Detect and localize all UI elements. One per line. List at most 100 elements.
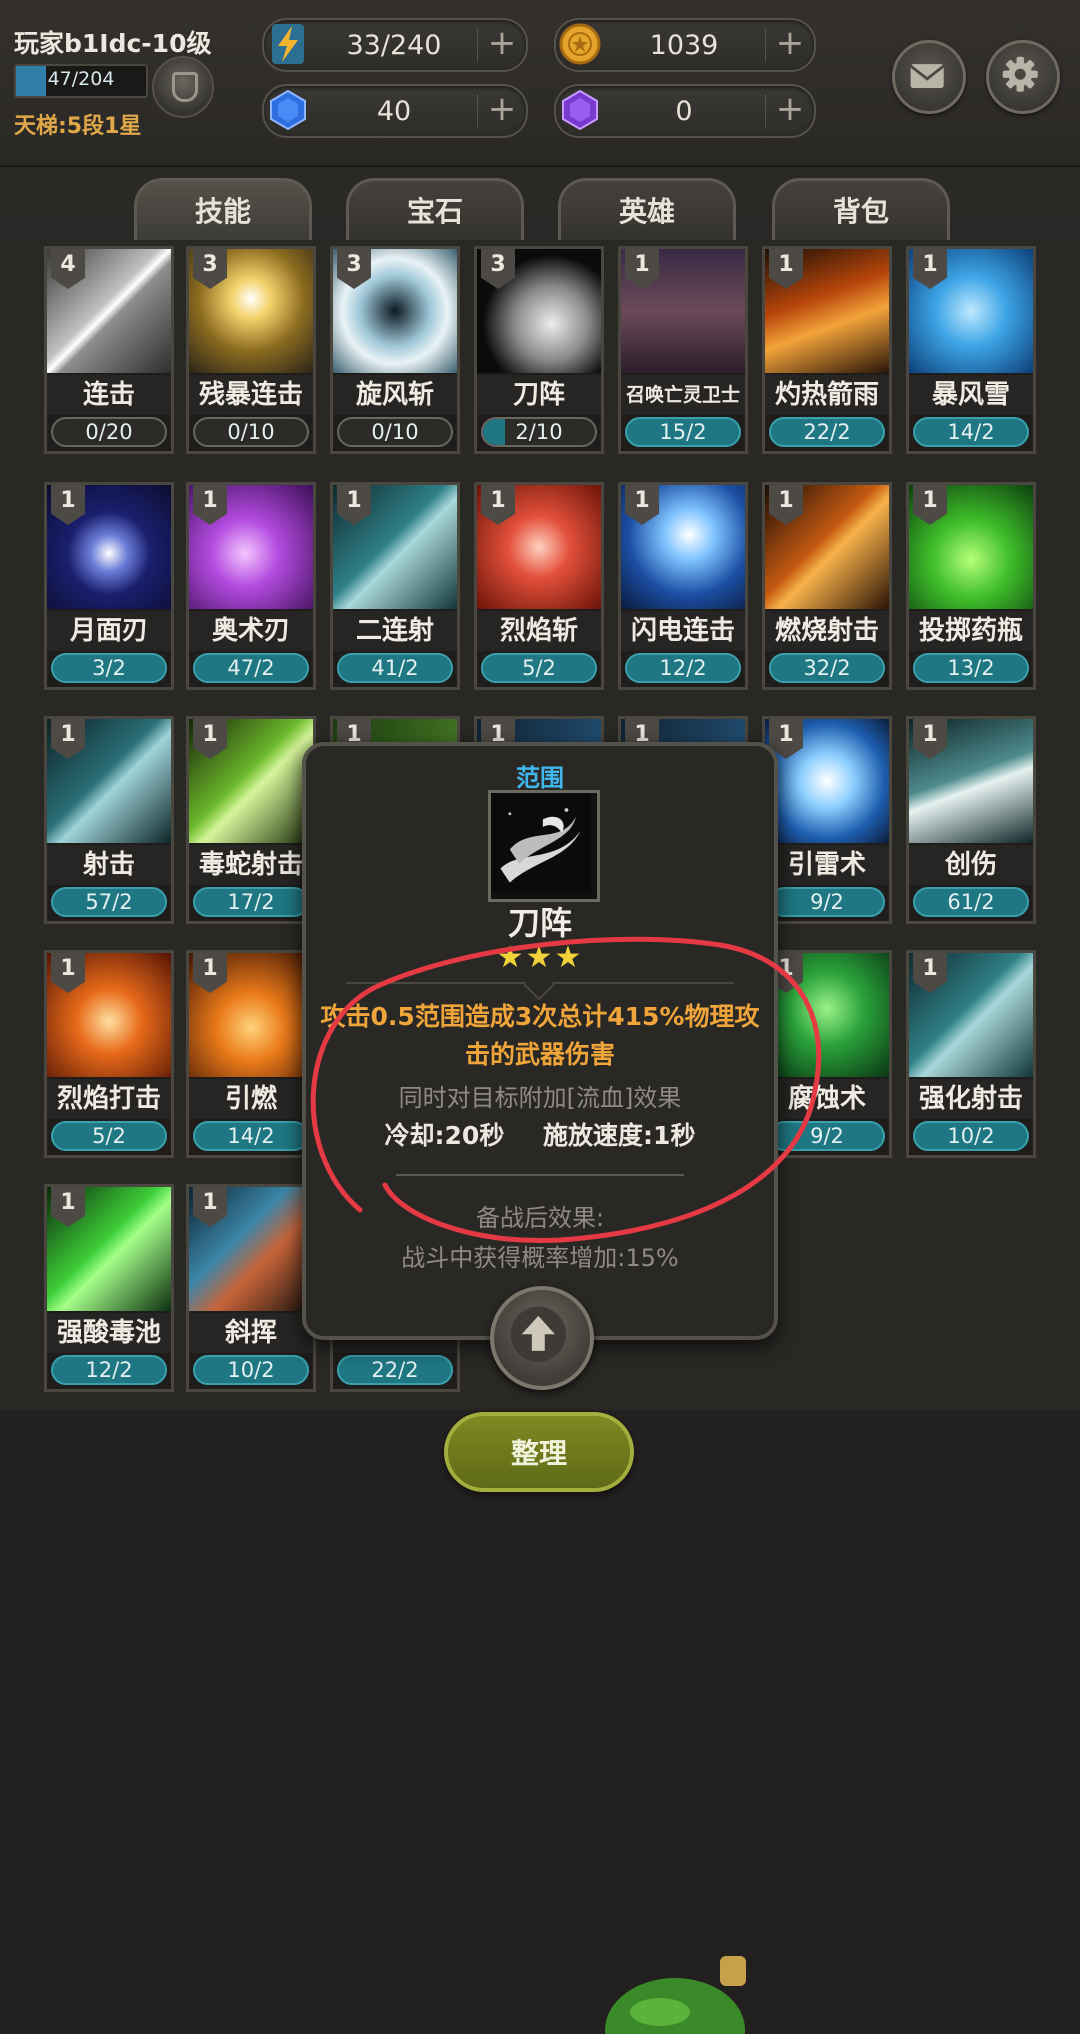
skill-progress-text: 0/20 [85, 420, 133, 444]
skill-card[interactable]: 1 斜挥 10/2 [186, 1184, 316, 1392]
skill-progress: 61/2 [913, 887, 1029, 917]
purple-gem-icon [562, 89, 598, 131]
skill-name: 二连射 [333, 611, 457, 651]
mail-button[interactable] [892, 40, 966, 114]
skill-progress-text: 41/2 [371, 656, 419, 680]
add-energy-button[interactable]: + [482, 23, 522, 63]
tooltip-skill-name: 刀阵 [507, 904, 572, 942]
skill-progress-text: 47/2 [227, 656, 275, 680]
skill-card[interactable]: 3 刀阵 2/10 [474, 246, 604, 454]
skill-progress-text: 5/2 [522, 656, 556, 680]
skill-name: 烈焰打击 [47, 1079, 171, 1119]
tab-heroes[interactable]: 英雄 [558, 178, 736, 243]
skill-card[interactable]: 4 连击 0/20 [44, 246, 174, 454]
xp-text: 47/204 [47, 68, 115, 90]
skill-card[interactable]: 1 射击 57/2 [44, 716, 174, 924]
skill-progress: 12/2 [51, 1355, 167, 1385]
skill-card[interactable]: 1 二连射 41/2 [330, 482, 460, 690]
settings-button[interactable] [986, 40, 1060, 114]
skill-progress-text: 0/10 [227, 420, 275, 444]
sort-button[interactable]: 整理 [444, 1412, 634, 1492]
purple-gem-value: 0 [675, 96, 693, 127]
potion-icon [605, 1956, 746, 2034]
skill-name: 月面刃 [47, 611, 171, 651]
skill-name: 毒蛇射击 [189, 845, 313, 885]
tab-gems[interactable]: 宝石 [346, 178, 524, 243]
player-name: 玩家b1Idc-10级 [14, 29, 212, 58]
skill-progress: 9/2 [769, 1121, 885, 1151]
skill-progress: 12/2 [625, 653, 741, 683]
skill-name: 引燃 [189, 1079, 313, 1119]
skill-card[interactable]: 1 创伤 61/2 [906, 716, 1036, 924]
skill-progress-text: 61/2 [947, 890, 995, 914]
blue-gem-value: 40 [376, 96, 412, 127]
skill-progress-text: 14/2 [947, 420, 995, 444]
skill-card[interactable]: 1 燃烧射击 32/2 [762, 482, 892, 690]
skill-name: 强酸毒池 [47, 1313, 171, 1353]
tab-backpack[interactable]: 背包 [772, 178, 950, 243]
skill-name: 暴风雪 [909, 375, 1033, 415]
skill-name: 强化射击 [909, 1079, 1033, 1119]
skill-progress-text: 14/2 [227, 1124, 275, 1148]
skill-progress-text: 12/2 [85, 1358, 133, 1382]
skill-name: 召唤亡灵卫士 [621, 375, 745, 415]
skill-progress: 41/2 [337, 653, 453, 683]
top-hud: 玩家b1Idc-10级 47/204 天梯:5段1星 33/240 + 1039 [0, 0, 1080, 167]
skill-card[interactable]: 1 投掷药瓶 13/2 [906, 482, 1036, 690]
skill-progress-text: 5/2 [92, 1124, 126, 1148]
cooldown-text: 冷却:20秒 [384, 1121, 505, 1150]
add-blue-gem-button[interactable]: + [482, 89, 522, 129]
skill-name: 闪电连击 [621, 611, 745, 651]
skill-progress-text: 10/2 [227, 1358, 275, 1382]
skill-tooltip: 范围 刀阵 ★★★ 攻击0.5范围造成3次总计415%物理攻击的武器伤害 同时对… [302, 742, 778, 1390]
skill-card[interactable]: 1 毒蛇射击 17/2 [186, 716, 316, 924]
skill-progress: 5/2 [481, 653, 597, 683]
skill-progress-text: 10/2 [947, 1124, 995, 1148]
skill-card[interactable]: 1 引雷术 9/2 [762, 716, 892, 924]
skill-card[interactable]: 1 闪电连击 12/2 [618, 482, 748, 690]
rank-badge-icon[interactable] [152, 56, 214, 118]
skill-progress: 0/10 [193, 417, 309, 447]
upgrade-button[interactable] [490, 1286, 594, 1390]
skill-progress: 15/2 [625, 417, 741, 447]
skill-card[interactable]: 1 月面刃 3/2 [44, 482, 174, 690]
skill-name: 燃烧射击 [765, 611, 889, 651]
tooltip-description: 攻击0.5范围造成3次总计415%物理攻击的武器伤害 [320, 1002, 760, 1069]
skill-progress: 47/2 [193, 653, 309, 683]
skill-card[interactable]: 1 暴风雪 14/2 [906, 246, 1036, 454]
skill-progress-text: 13/2 [947, 656, 995, 680]
skill-progress: 22/2 [769, 417, 885, 447]
skill-card[interactable]: 1 引燃 14/2 [186, 950, 316, 1158]
skill-progress-text: 22/2 [803, 420, 851, 444]
skill-card[interactable]: 1 烈焰打击 5/2 [44, 950, 174, 1158]
ladder-rank: 天梯:5段1星 [14, 114, 142, 139]
skill-progress: 10/2 [193, 1355, 309, 1385]
skill-progress-text: 22/2 [371, 1358, 419, 1382]
skill-card[interactable]: 3 旋风斩 0/10 [330, 246, 460, 454]
skill-card[interactable]: 1 强酸毒池 12/2 [44, 1184, 174, 1392]
tooltip-stats: 冷却:20秒 施放速度:1秒 [306, 1116, 774, 1152]
skill-name: 灼热箭雨 [765, 375, 889, 415]
add-purple-gem-button[interactable]: + [770, 89, 810, 129]
add-gold-button[interactable]: + [770, 23, 810, 63]
skill-card[interactable]: 1 强化射击 10/2 [906, 950, 1036, 1158]
skill-progress: 32/2 [769, 653, 885, 683]
after-battle-text: 战斗中获得概率增加:15% [401, 1244, 679, 1272]
skill-card[interactable]: 1 腐蚀术 9/2 [762, 950, 892, 1158]
mail-icon [909, 64, 945, 89]
skill-progress: 3/2 [51, 653, 167, 683]
skill-card[interactable]: 1 烈焰斩 5/2 [474, 482, 604, 690]
skill-card[interactable]: 3 残暴连击 0/10 [186, 246, 316, 454]
skill-card[interactable]: 1 召唤亡灵卫士 15/2 [618, 246, 748, 454]
tooltip-skill-icon [488, 790, 600, 902]
cast-speed-text: 施放速度:1秒 [543, 1121, 696, 1150]
skill-card[interactable]: 1 灼热箭雨 22/2 [762, 246, 892, 454]
skill-progress-text: 17/2 [227, 890, 275, 914]
tab-skills[interactable]: 技能 [134, 178, 312, 243]
gold-coin-icon [559, 23, 601, 65]
skill-progress-text: 0/10 [371, 420, 419, 444]
skill-name: 腐蚀术 [765, 1079, 889, 1119]
skill-card[interactable]: 1 奥术刃 47/2 [186, 482, 316, 690]
lightning-icon [272, 24, 304, 64]
blue-gem-pill: 40 + [262, 84, 528, 138]
